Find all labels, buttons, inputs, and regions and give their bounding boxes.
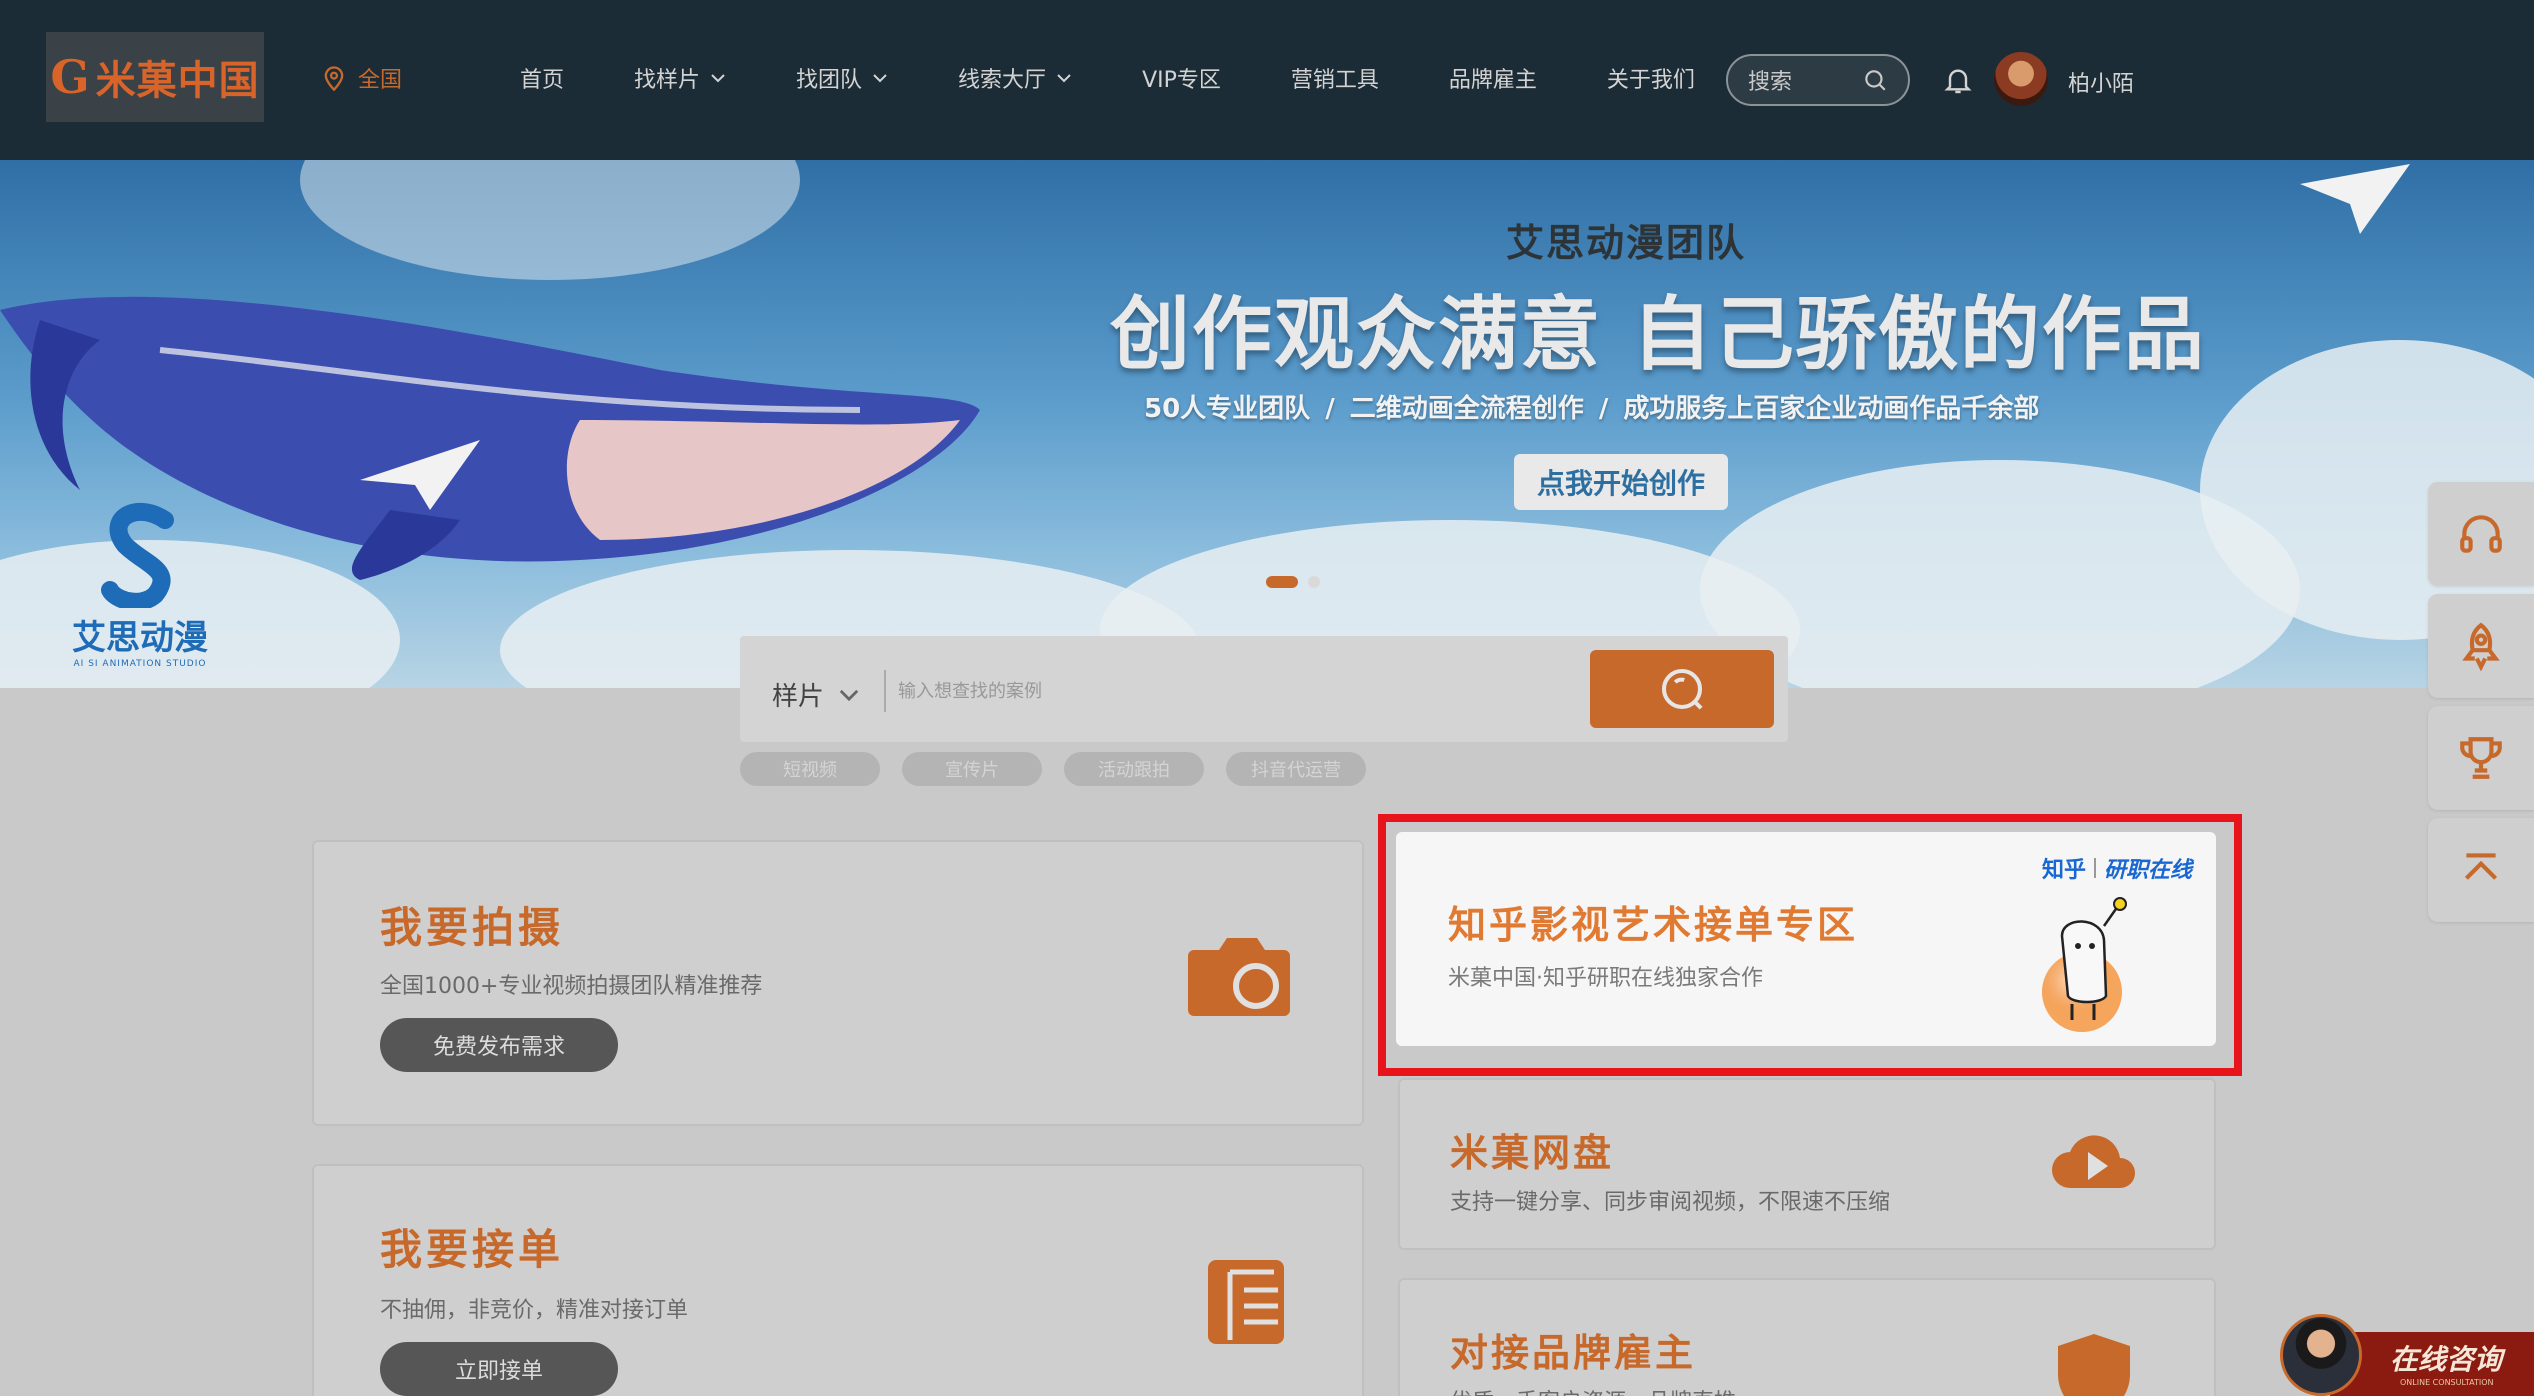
nav-leads-hall[interactable]: 线索大厅 bbox=[958, 62, 1072, 94]
nav-about[interactable]: 关于我们 bbox=[1607, 62, 1695, 94]
main-nav: 首页 找样片 找团队 线索大厅 VIP专区 营销工具 品牌雇主 关于我们 bbox=[520, 62, 1765, 94]
paper-plane-icon bbox=[2300, 164, 2410, 234]
rocket-icon bbox=[2462, 622, 2500, 671]
nav-label: 找团队 bbox=[796, 68, 863, 93]
search-icon bbox=[1661, 668, 1703, 710]
card-netdisk[interactable]: 米菓网盘 支持一键分享、同步审阅视频，不限速不压缩 bbox=[1398, 1078, 2216, 1250]
carousel-dot-active[interactable] bbox=[1266, 576, 1298, 588]
search-type-select[interactable]: 样片 bbox=[772, 676, 860, 713]
card-description: 不抽佣，非竞价，精准对接订单 bbox=[380, 1298, 689, 1323]
card-description: 全国1000+专业视频拍摄团队精准推荐 bbox=[380, 974, 763, 999]
card-take-orders[interactable]: 我要接单 不抽佣，非竞价，精准对接订单 立即接单 bbox=[312, 1164, 1364, 1396]
nav-label: 找样片 bbox=[634, 68, 701, 93]
banner-tagline: 50人专业团队 / 二维动画全流程创作 / 成功服务上百家企业动画作品千余部 bbox=[1144, 394, 2040, 424]
nav-label: 线索大厅 bbox=[958, 68, 1047, 93]
zhihu-feature-card[interactable]: 知乎 研职在线 知乎影视艺术接单专区 米菓中国·知乎研职在线独家合作 bbox=[1396, 832, 2216, 1046]
card-title: 对接品牌雇主 bbox=[1450, 1331, 1697, 1375]
chevron-down-icon bbox=[711, 74, 725, 83]
chevron-down-icon bbox=[1057, 74, 1071, 83]
carousel-dot[interactable] bbox=[1308, 576, 1320, 588]
search-tag[interactable]: 短视频 bbox=[740, 752, 880, 786]
location-label: 全国 bbox=[358, 68, 403, 93]
search-icon bbox=[1865, 70, 1886, 91]
search-input[interactable] bbox=[898, 670, 1318, 712]
nav-home[interactable]: 首页 bbox=[520, 62, 564, 94]
nav-brand-employers[interactable]: 品牌雇主 bbox=[1449, 62, 1537, 94]
chevron-down-icon bbox=[873, 74, 887, 83]
nav-label: 关于我们 bbox=[1606, 68, 1695, 93]
site-logo[interactable]: G 米菓中国 bbox=[46, 32, 264, 122]
bell-icon[interactable] bbox=[1942, 62, 1974, 98]
search-tags: 短视频 宣传片 活动跟拍 抖音代运营 bbox=[740, 752, 1366, 786]
card-title: 我要接单 bbox=[380, 1225, 565, 1274]
nav-find-teams[interactable]: 找团队 bbox=[796, 62, 888, 94]
search-tag[interactable]: 宣传片 bbox=[902, 752, 1042, 786]
search-tag[interactable]: 活动跟拍 bbox=[1064, 752, 1204, 786]
yanzhi-logo-text: 研职在线 bbox=[2103, 858, 2192, 883]
card-brand-employers[interactable]: 对接品牌雇主 优质，手客户资源，品牌直推 bbox=[1398, 1278, 2216, 1396]
cloud-play-icon bbox=[2052, 1135, 2135, 1188]
mascot-illustration-icon bbox=[2042, 897, 2127, 1032]
shield-icon bbox=[2058, 1334, 2130, 1396]
logo-mark-icon: G bbox=[50, 50, 90, 104]
nav-label: 首页 bbox=[520, 68, 565, 93]
zhihu-partner-brand: 知乎 研职在线 bbox=[2042, 852, 2192, 884]
search-type-label: 样片 bbox=[772, 682, 825, 712]
back-to-top-icon bbox=[2464, 853, 2498, 880]
main-search-bar: 样片 bbox=[740, 636, 1788, 742]
user-avatar[interactable] bbox=[1994, 52, 2048, 106]
card-title: 我要拍摄 bbox=[380, 903, 565, 952]
chevron-down-icon bbox=[839, 689, 859, 701]
search-tag[interactable]: 抖音代运营 bbox=[1226, 752, 1366, 786]
document-icon bbox=[1208, 1260, 1284, 1344]
username[interactable]: 柏小陌 bbox=[2068, 66, 2134, 98]
side-tool-back-to-top[interactable] bbox=[2428, 818, 2534, 922]
agent-avatar bbox=[2280, 1314, 2362, 1396]
side-tool-launch[interactable] bbox=[2428, 594, 2534, 698]
hero-banner[interactable]: 艾思动漫团队 创作观众满意 自己骄傲的作品 50人专业团队 / 二维动画全流程创… bbox=[0, 160, 2534, 688]
header-search[interactable]: 搜索 bbox=[1726, 54, 1910, 106]
side-tool-ranking[interactable] bbox=[2428, 706, 2534, 810]
banner-subtitle: 艾思动漫团队 bbox=[1506, 221, 1747, 265]
take-order-button[interactable]: 立即接单 bbox=[380, 1342, 618, 1396]
card-shoot[interactable]: 我要拍摄 全国1000+专业视频拍摄团队精准推荐 免费发布需求 bbox=[312, 840, 1364, 1126]
location-selector[interactable]: 全国 bbox=[320, 62, 402, 94]
top-header: G 米菓中国 全国 首页 找样片 找团队 线索大厅 VIP专区 营销工具 品牌雇… bbox=[0, 0, 2534, 160]
studio-s-logo-icon bbox=[101, 502, 174, 608]
zhihu-logo-text: 知乎 bbox=[2041, 858, 2086, 883]
nav-find-samples[interactable]: 找样片 bbox=[634, 62, 726, 94]
side-tool-customer-service[interactable] bbox=[2428, 482, 2534, 586]
logo-text: 米菓中国 bbox=[95, 58, 260, 104]
brand-divider bbox=[2093, 858, 2096, 878]
headset-icon bbox=[2460, 515, 2502, 553]
card-title: 米菓网盘 bbox=[1450, 1131, 1615, 1175]
banner-title: 创作观众满意 自己骄傲的作品 bbox=[1110, 288, 2206, 381]
nav-label: 营销工具 bbox=[1290, 68, 1379, 93]
card-description: 支持一键分享、同步审阅视频，不限速不压缩 bbox=[1450, 1190, 1891, 1215]
consult-sublabel: ONLINE CONSULTATION bbox=[2400, 1378, 2494, 1387]
location-pin-icon bbox=[324, 66, 344, 92]
publish-request-button[interactable]: 免费发布需求 bbox=[380, 1018, 618, 1072]
feature-description: 米菓中国·知乎研职在线独家合作 bbox=[1448, 966, 1763, 991]
trophy-icon bbox=[2460, 737, 2502, 779]
studio-name: 艾思动漫 bbox=[72, 618, 208, 658]
header-search-label: 搜索 bbox=[1748, 70, 1793, 95]
consult-label: 在线咨询 bbox=[2390, 1343, 2503, 1376]
online-consultation-widget[interactable]: 在线咨询 ONLINE CONSULTATION bbox=[2280, 1310, 2534, 1396]
nav-vip[interactable]: VIP专区 bbox=[1142, 62, 1221, 94]
camera-icon bbox=[1188, 938, 1290, 1016]
studio-logo: 艾思动漫 AI SI ANIMATION STUDIO bbox=[50, 500, 230, 669]
studio-english-name: AI SI ANIMATION STUDIO bbox=[73, 659, 207, 669]
search-divider bbox=[884, 670, 886, 712]
nav-marketing-tools[interactable]: 营销工具 bbox=[1291, 62, 1379, 94]
paper-plane-icon bbox=[360, 440, 480, 510]
nav-label: 品牌雇主 bbox=[1448, 68, 1537, 93]
card-description: 优质，手客户资源，品牌直推 bbox=[1450, 1384, 1736, 1396]
carousel-dots bbox=[1266, 576, 1320, 588]
feature-title: 知乎影视艺术接单专区 bbox=[1448, 903, 1859, 947]
banner-cta-button[interactable]: 点我开始创作 bbox=[1514, 454, 1728, 510]
nav-label: VIP专区 bbox=[1142, 68, 1221, 93]
search-button[interactable] bbox=[1590, 650, 1774, 728]
